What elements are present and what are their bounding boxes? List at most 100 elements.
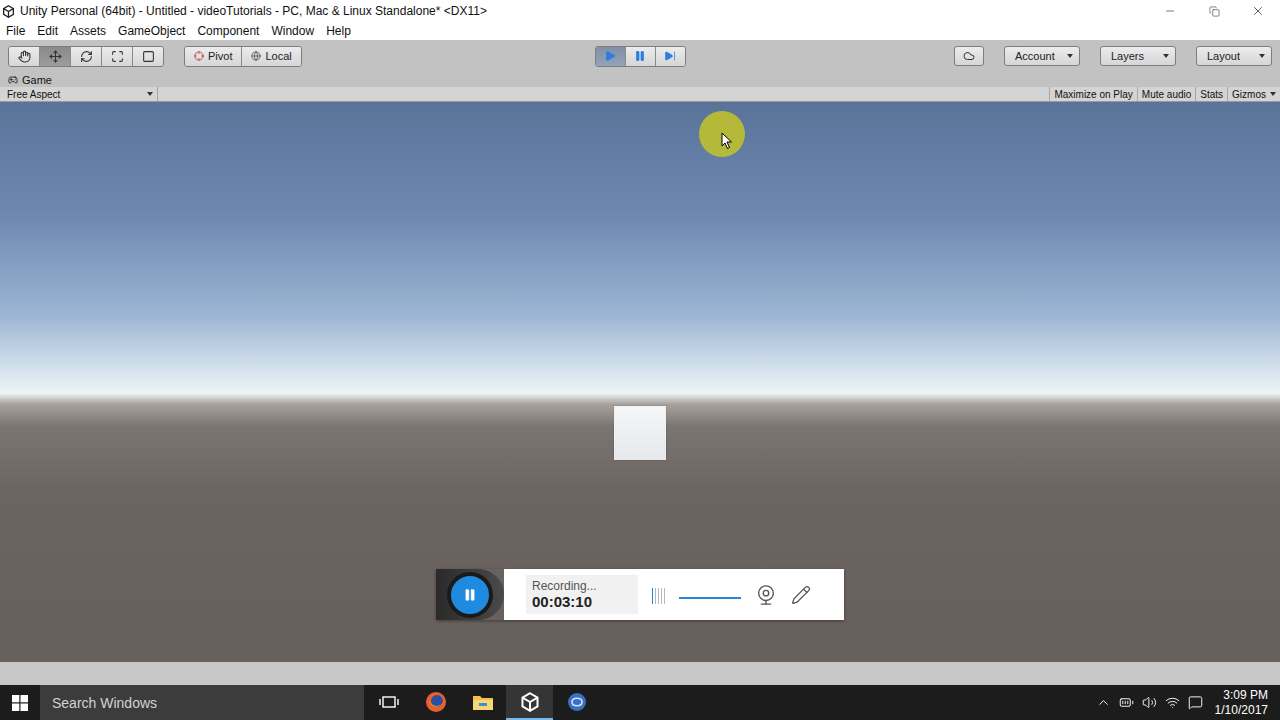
taskbar-app[interactable] <box>365 685 412 720</box>
clock[interactable]: 3:09 PM1/10/2017 <box>1211 688 1274 718</box>
dropdown-arrow-icon <box>147 92 153 96</box>
volume-slider[interactable] <box>679 597 741 599</box>
rotate-tool-icon <box>80 50 93 63</box>
toolbar-dropdown[interactable]: Account <box>1004 46 1080 66</box>
cube <box>614 406 666 460</box>
close-button[interactable] <box>1236 0 1280 22</box>
recorder-time: 00:03:10 <box>532 593 632 610</box>
cursor-arrow-icon <box>721 132 733 150</box>
unity-logo-icon <box>2 5 15 18</box>
unity-icon <box>520 692 540 712</box>
dropdown-arrow-icon <box>1259 54 1265 58</box>
view-toggle[interactable]: Stats <box>1195 87 1227 101</box>
search-box[interactable]: Search Windows <box>40 685 364 720</box>
aspect-dropdown[interactable]: Free Aspect <box>0 87 158 101</box>
toolbar: PivotLocal Account Layers Layout <box>0 40 1280 72</box>
webcam-icon <box>755 584 777 606</box>
transform-tools <box>8 46 164 67</box>
task-view-icon <box>379 694 399 710</box>
mic-level-meter <box>652 586 665 604</box>
pause-icon <box>634 50 646 62</box>
view-toggle[interactable]: Maximize on Play <box>1049 87 1136 101</box>
recorder-pause-button[interactable] <box>447 572 493 618</box>
battery-icon[interactable] <box>1119 695 1134 710</box>
menu-item[interactable]: Help <box>320 24 357 38</box>
taskbar-apps <box>365 685 600 720</box>
taskbar-app[interactable] <box>459 685 506 720</box>
step-button[interactable] <box>656 47 685 66</box>
recorder-widget: Recording...00:03:10 <box>436 569 844 620</box>
view-toggle[interactable]: Mute audio <box>1137 87 1195 101</box>
menu-bar: FileEditAssetsGameObjectComponentWindowH… <box>0 22 1280 40</box>
pencil-icon <box>791 585 811 605</box>
unity-editor-screen: Unity Personal (64bit) - Untitled - vide… <box>0 0 1280 720</box>
hand-tool-icon <box>18 50 31 63</box>
window-title: Unity Personal (64bit) - Untitled - vide… <box>20 4 1148 18</box>
tool-button[interactable] <box>9 47 40 66</box>
taskbar-app[interactable] <box>412 685 459 720</box>
start-button[interactable] <box>0 685 40 720</box>
toolbar-dropdown[interactable]: Layout <box>1196 46 1272 66</box>
app-icon <box>566 691 588 713</box>
close-icon <box>1251 4 1265 18</box>
play-button[interactable] <box>596 47 626 66</box>
game-tab[interactable]: Game <box>5 73 60 87</box>
handle-toggles: PivotLocal <box>184 46 302 67</box>
menu-item[interactable]: Assets <box>64 24 112 38</box>
menu-item[interactable]: File <box>0 24 31 38</box>
cloud-button[interactable] <box>954 46 984 66</box>
pause-button[interactable] <box>626 47 656 66</box>
folder-icon <box>472 693 494 711</box>
move-tool-icon <box>49 50 62 63</box>
pause-icon <box>463 588 477 602</box>
view-toggle[interactable]: Gizmos <box>1227 87 1280 101</box>
rect-tool-icon <box>142 50 155 63</box>
menu-item[interactable]: Window <box>265 24 320 38</box>
toolbar-dropdown[interactable]: Layers <box>1100 46 1176 66</box>
title-bar: Unity Personal (64bit) - Untitled - vide… <box>0 0 1280 22</box>
status-strip <box>0 662 1280 685</box>
mouse-cursor <box>699 111 745 157</box>
step-icon <box>664 50 676 62</box>
notification-icon[interactable] <box>1188 695 1203 710</box>
taskbar-app[interactable] <box>506 685 553 720</box>
menu-item[interactable]: Edit <box>31 24 64 38</box>
volume-icon[interactable] <box>1142 695 1157 710</box>
tool-button[interactable] <box>71 47 102 66</box>
tool-button[interactable] <box>102 47 133 66</box>
tool-button[interactable] <box>40 47 71 66</box>
game-control-bar: Free Aspect Maximize on PlayMute audioSta… <box>0 87 1280 102</box>
dropdown-arrow-icon <box>1067 54 1073 58</box>
windows-logo-icon <box>12 695 28 711</box>
firefox-icon <box>425 691 447 713</box>
webcam-button[interactable] <box>755 584 777 606</box>
minimize-button[interactable] <box>1148 0 1192 22</box>
handle-toggle-button[interactable]: Local <box>242 47 300 66</box>
handle-toggle-button[interactable]: Pivot <box>185 47 242 66</box>
pivot-icon <box>194 51 204 61</box>
taskbar-app[interactable] <box>553 685 600 720</box>
taskbar: Search Windows 3:09 PM1/10/2017 <box>0 685 1280 720</box>
dropdown-arrow-icon <box>1270 92 1276 96</box>
wifi-icon[interactable] <box>1165 695 1180 710</box>
menu-item[interactable]: Component <box>191 24 265 38</box>
game-view: Recording...00:03:10 <box>0 102 1280 662</box>
dropdown-arrow-icon <box>1163 54 1169 58</box>
draw-button[interactable] <box>791 585 811 605</box>
system-tray: 3:09 PM1/10/2017 <box>1096 688 1280 718</box>
chevron-icon[interactable] <box>1096 695 1111 710</box>
restore-icon <box>1209 6 1220 17</box>
game-icon <box>8 75 18 85</box>
tool-button[interactable] <box>133 47 163 66</box>
window-controls <box>1148 0 1280 22</box>
recorder-status-text: Recording... <box>532 579 632 593</box>
play-icon <box>604 50 616 62</box>
restore-button[interactable] <box>1192 0 1236 22</box>
recorder-status: Recording...00:03:10 <box>526 575 638 614</box>
cloud-icon <box>963 50 975 62</box>
menu-item[interactable]: GameObject <box>112 24 191 38</box>
scale-tool-icon <box>111 50 124 63</box>
local-icon <box>251 51 261 61</box>
minimize-icon <box>1164 5 1176 17</box>
tab-bar: Game <box>0 72 1280 87</box>
